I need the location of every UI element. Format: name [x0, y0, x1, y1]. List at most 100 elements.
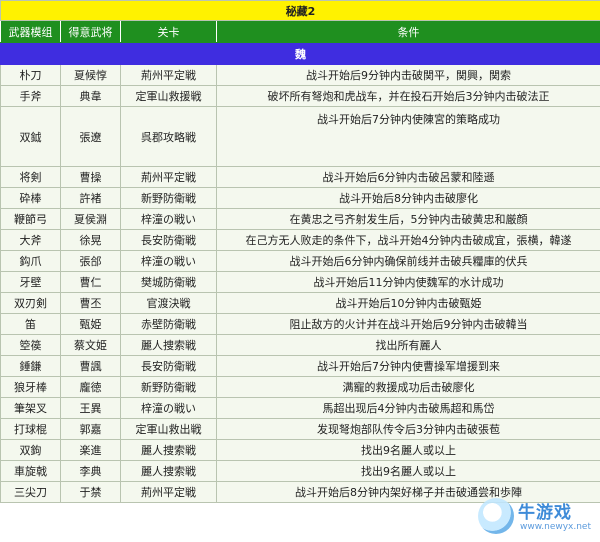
table-row: 砕棒 許褚 新野防衛戦 战斗开始后8分钟内击破廖化	[0, 187, 600, 209]
cell-weapon: 笛	[0, 313, 61, 335]
header-row: 武器模组 得意武将 关卡 条件	[0, 20, 600, 43]
cell-condition: 在己方无人败走的条件下，战斗开始4分钟内击破成宜，張横，韓遂	[215, 229, 600, 251]
cell-condition: 战斗开始后11分钟内使魏军的水计成功	[215, 271, 600, 293]
table-row: 錘鎌 曹諷 長安防衛戦 战斗开始后7分钟内使曹操军增援到来	[0, 355, 600, 377]
cell-stage: 定軍山救援戦	[120, 85, 217, 107]
cell-condition: 找出9名麗人或以上	[215, 439, 600, 461]
cell-weapon: 三尖刀	[0, 481, 61, 503]
table-row: 狼牙棒 龐徳 新野防衛戦 满寵的救援成功后击破廖化	[0, 376, 600, 398]
cell-stage: 麗人捜索戦	[120, 460, 217, 482]
table-row: 打球棍 郭嘉 定軍山救出戦 发现弩炮部队传令后3分钟内击破張苞	[0, 418, 600, 440]
cell-stage: 新野防衛戦	[120, 187, 217, 209]
cell-weapon: 鞭節弓	[0, 208, 61, 230]
watermark: 牛游戏 www.newyx.net	[472, 496, 596, 540]
header-stage: 关卡	[120, 20, 217, 43]
cell-weapon: 手斧	[0, 85, 61, 107]
cell-stage: 梓潼の戦い	[120, 250, 217, 272]
table-row: 双鉞 張遼 呉郡攻略戦 战斗开始后7分钟内使陳宮的策略成功	[0, 106, 600, 167]
cell-stage: 梓潼の戦い	[120, 397, 217, 419]
table-row: 双鉤 楽進 麗人捜索戦 找出9名麗人或以上	[0, 439, 600, 461]
cell-weapon: 牙壁	[0, 271, 61, 293]
cell-weapon: 双鉤	[0, 439, 61, 461]
cell-general: 夏候惇	[60, 64, 121, 86]
header-weapon: 武器模组	[0, 20, 61, 43]
cell-condition: 战斗开始后7分钟内使陳宮的策略成功	[215, 106, 600, 167]
cell-condition: 找出所有麗人	[215, 334, 600, 356]
page: 秘藏2 武器模组 得意武将 关卡 条件 魏 朴刀 夏候惇 荊州平定戦 战斗开始后9分钟…	[0, 0, 600, 542]
cell-stage: 官渡決戦	[120, 292, 217, 314]
cell-general: 楽進	[60, 439, 121, 461]
cell-condition: 战斗开始后7分钟内使曹操军增援到来	[215, 355, 600, 377]
cell-condition: 战斗开始后8分钟内击破廖化	[215, 187, 600, 209]
cell-condition: 战斗开始后9分钟内击破関平，関興，関索	[215, 64, 600, 86]
cell-general: 張郃	[60, 250, 121, 272]
cell-general: 許褚	[60, 187, 121, 209]
cell-condition: 战斗开始后10分钟内击破甄姫	[215, 292, 600, 314]
cell-condition: 战斗开始后6分钟内击破呂蒙和陸遜	[215, 166, 600, 188]
cell-weapon: 打球棍	[0, 418, 61, 440]
table-title: 秘藏2	[0, 0, 600, 21]
table-row: 筆架叉 王異 梓潼の戦い 馬超出现后4分钟内击破馬超和馬岱	[0, 397, 600, 419]
cell-general: 曹諷	[60, 355, 121, 377]
section-row: 魏	[0, 42, 600, 65]
mascot-icon	[478, 498, 514, 534]
cell-general: 曹丕	[60, 292, 121, 314]
cell-general: 王異	[60, 397, 121, 419]
cell-general: 夏侯淵	[60, 208, 121, 230]
table-title-row: 秘藏2	[0, 0, 600, 21]
cell-weapon: 箜篌	[0, 334, 61, 356]
cell-stage: 荊州平定戦	[120, 64, 217, 86]
cell-general: 郭嘉	[60, 418, 121, 440]
cell-general: 典韋	[60, 85, 121, 107]
cell-general: 甄姫	[60, 313, 121, 335]
cell-stage: 新野防衛戦	[120, 376, 217, 398]
cell-condition: 在黄忠之弓齐射发生后，5分钟内击破黄忠和厳顔	[215, 208, 600, 230]
cell-weapon: 大斧	[0, 229, 61, 251]
cell-weapon: 砕棒	[0, 187, 61, 209]
cell-stage: 赤壁防衛戦	[120, 313, 217, 335]
cell-stage: 梓潼の戦い	[120, 208, 217, 230]
cell-general: 徐晃	[60, 229, 121, 251]
cell-stage: 荊州平定戦	[120, 481, 217, 503]
cell-general: 曹操	[60, 166, 121, 188]
header-condition: 条件	[215, 20, 600, 43]
cell-general: 李典	[60, 460, 121, 482]
cell-condition: 馬超出现后4分钟内击破馬超和馬岱	[215, 397, 600, 419]
table-row: 笛甄姫 赤壁防衛戦 阻止敌方的火计并在战斗开始后9分钟内击破韓当	[0, 313, 600, 335]
watermark-url: www.newyx.net	[520, 522, 592, 532]
table-row: 箜篌 蔡文姫 麗人捜索戦 找出所有麗人	[0, 334, 600, 356]
cell-weapon: 双鉞	[0, 106, 61, 167]
header-general: 得意武将	[60, 20, 121, 43]
secret-weapons-table: 秘藏2 武器模组 得意武将 关卡 条件 魏 朴刀 夏候惇 荊州平定戦 战斗开始后9分钟…	[0, 0, 600, 503]
cell-stage: 荊州平定戦	[120, 166, 217, 188]
cell-weapon: 双刃剣	[0, 292, 61, 314]
cell-weapon: 錘鎌	[0, 355, 61, 377]
cell-stage: 麗人捜索戦	[120, 334, 217, 356]
table-row: 牙壁 曹仁 樊城防衛戦 战斗开始后11分钟内使魏军的水计成功	[0, 271, 600, 293]
cell-condition: 满寵的救援成功后击破廖化	[215, 376, 600, 398]
table-row: 将剣 曹操 荊州平定戦 战斗开始后6分钟内击破呂蒙和陸遜	[0, 166, 600, 188]
table-row: 朴刀 夏候惇 荊州平定戦 战斗开始后9分钟内击破関平，関興，関索	[0, 64, 600, 86]
cell-stage: 定軍山救出戦	[120, 418, 217, 440]
watermark-brand: 牛游戏	[518, 503, 572, 523]
cell-stage: 長安防衛戦	[120, 355, 217, 377]
cell-condition: 发现弩炮部队传令后3分钟内击破張苞	[215, 418, 600, 440]
cell-condition: 阻止敌方的火计并在战斗开始后9分钟内击破韓当	[215, 313, 600, 335]
cell-weapon: 鈎爪	[0, 250, 61, 272]
cell-weapon: 狼牙棒	[0, 376, 61, 398]
section-label: 魏	[0, 42, 600, 65]
cell-stage: 呉郡攻略戦	[120, 106, 217, 167]
cell-condition: 找出9名麗人或以上	[215, 460, 600, 482]
cell-general: 曹仁	[60, 271, 121, 293]
cell-general: 龐徳	[60, 376, 121, 398]
cell-general: 蔡文姫	[60, 334, 121, 356]
table-row: 鞭節弓 夏侯淵 梓潼の戦い 在黄忠之弓齐射发生后，5分钟内击破黄忠和厳顔	[0, 208, 600, 230]
cell-weapon: 車旋戟	[0, 460, 61, 482]
table-row: 車旋戟 李典 麗人捜索戦 找出9名麗人或以上	[0, 460, 600, 482]
cell-stage: 樊城防衛戦	[120, 271, 217, 293]
table-row: 大斧 徐晃 長安防衛戦 在己方无人败走的条件下，战斗开始4分钟内击破成宜，張横，韓遂	[0, 229, 600, 251]
cell-weapon: 将剣	[0, 166, 61, 188]
cell-stage: 長安防衛戦	[120, 229, 217, 251]
cell-general: 張遼	[60, 106, 121, 167]
cell-weapon: 筆架叉	[0, 397, 61, 419]
